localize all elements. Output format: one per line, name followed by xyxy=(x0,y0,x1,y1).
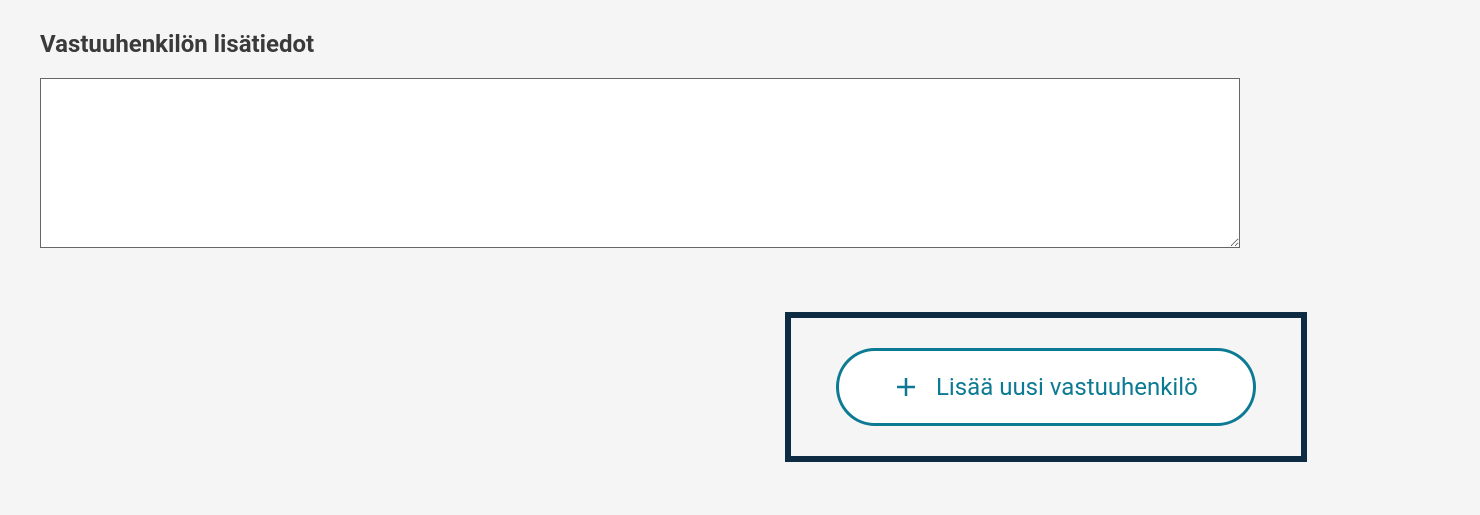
add-person-button[interactable]: Lisää uusi vastuuhenkilö xyxy=(836,348,1256,426)
plus-icon xyxy=(894,375,918,399)
additional-info-label: Vastuuhenkilön lisätiedot xyxy=(40,30,1440,58)
add-person-highlight-frame: Lisää uusi vastuuhenkilö xyxy=(785,312,1307,462)
add-person-button-label: Lisää uusi vastuuhenkilö xyxy=(936,373,1198,401)
additional-info-textarea[interactable] xyxy=(40,78,1240,248)
